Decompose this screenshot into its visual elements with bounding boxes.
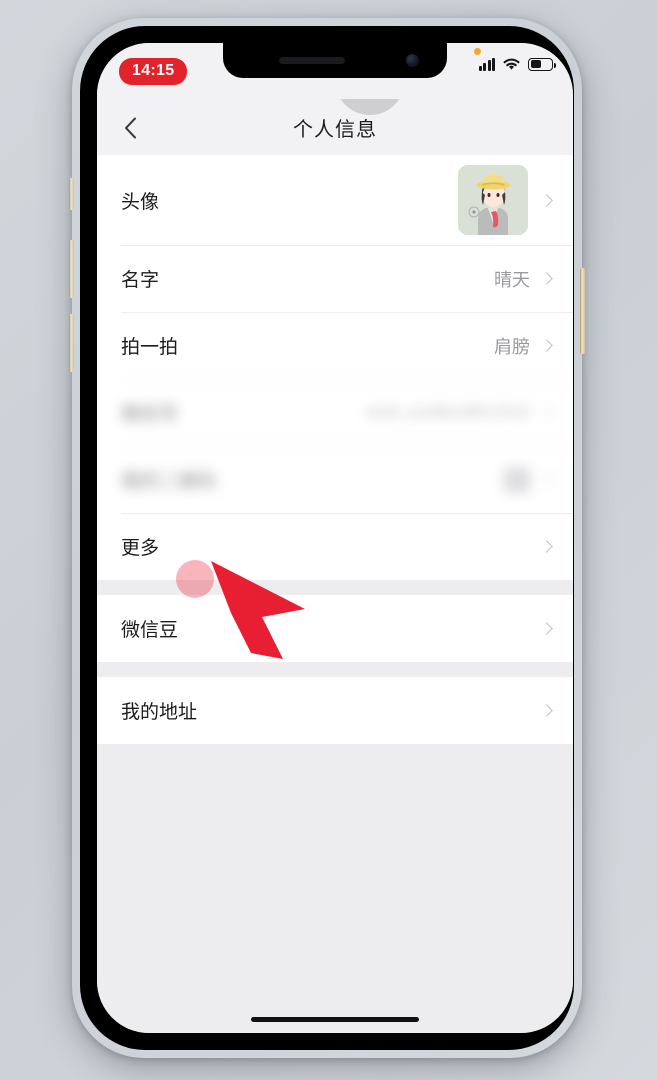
phone-screen: 14:15 个人信息 头像 名字 晴天 拍一拍 肩膀 微信号 wxid_cav8… <box>97 43 573 1033</box>
list-item-avatar[interactable]: 头像 <box>97 155 573 245</box>
home-indicator-bar <box>251 1017 419 1022</box>
list-item-label: 微信号 <box>121 404 179 425</box>
notch <box>223 43 447 78</box>
battery-icon <box>528 57 556 71</box>
navigation-bar: 个人信息 <box>97 99 573 155</box>
qr-code-icon <box>504 466 530 493</box>
list-item-label: 名字 <box>121 270 160 291</box>
chevron-right-icon <box>540 406 553 419</box>
list-section-primary: 头像 名字 晴天 拍一拍 肩膀 微信号 wxid_cav8bn28hn7b12 … <box>97 155 573 580</box>
chevron-right-icon <box>540 622 553 635</box>
front-camera-icon <box>406 54 419 67</box>
tap-ripple-indicator <box>176 560 214 598</box>
chevron-right-icon <box>540 193 553 207</box>
list-item-value: 晴天 <box>494 269 530 290</box>
power-button[interactable] <box>580 268 585 354</box>
list-section-address: 我的地址 <box>97 677 573 744</box>
volume-up-button[interactable] <box>69 240 74 298</box>
list-item-label: 更多 <box>121 538 160 559</box>
list-item-label: 头像 <box>121 191 160 213</box>
phone-bezel: 14:15 个人信息 头像 名字 晴天 拍一拍 肩膀 微信号 wxid_cav8… <box>80 26 574 1050</box>
cellular-signal-icon <box>478 57 495 71</box>
phone-device: 14:15 个人信息 头像 名字 晴天 拍一拍 肩膀 微信号 wxid_cav8… <box>69 18 585 1058</box>
profile-list: 头像 名字 晴天 拍一拍 肩膀 微信号 wxid_cav8bn28hn7b12 … <box>97 155 573 1033</box>
list-item-label: 微信豆 <box>121 620 179 641</box>
list-item-label: 我的二维码 <box>121 471 217 492</box>
page-title: 个人信息 <box>293 119 377 141</box>
list-item-value: wxid_cav8bn28hn7b12 <box>366 403 530 421</box>
status-bar-icons <box>474 48 556 71</box>
list-item-my-address[interactable]: 我的地址 <box>97 677 573 744</box>
mic-active-dot-icon <box>474 48 481 55</box>
list-item-more[interactable]: 更多 <box>97 513 573 580</box>
section-divider <box>97 662 573 677</box>
earpiece-speaker <box>279 57 345 64</box>
list-item-my-qr-code[interactable]: 我的二维码 <box>97 446 573 513</box>
avatar-thumbnail-icon <box>458 165 528 235</box>
chevron-right-icon <box>540 473 553 486</box>
chevron-right-icon <box>540 704 553 717</box>
list-item-value: 肩膀 <box>494 336 530 357</box>
chevron-right-icon <box>540 339 553 352</box>
chevron-right-icon <box>540 540 553 553</box>
list-item-label: 我的地址 <box>121 702 198 723</box>
list-item-patpat[interactable]: 拍一拍 肩膀 <box>97 312 573 379</box>
chevron-right-icon <box>540 272 553 285</box>
list-item-wechat-id[interactable]: 微信号 wxid_cav8bn28hn7b12 <box>97 379 573 446</box>
list-section-beans: 微信豆 <box>97 595 573 662</box>
section-divider <box>97 580 573 595</box>
list-item-wechat-beans[interactable]: 微信豆 <box>97 595 573 662</box>
list-item-label: 拍一拍 <box>121 337 179 358</box>
volume-down-button[interactable] <box>69 314 74 372</box>
screen-recording-time-pill: 14:15 <box>119 58 188 85</box>
list-item-name[interactable]: 名字 晴天 <box>97 245 573 312</box>
avatar <box>458 165 528 235</box>
silent-switch-button[interactable] <box>69 178 74 210</box>
wifi-icon <box>503 58 520 70</box>
